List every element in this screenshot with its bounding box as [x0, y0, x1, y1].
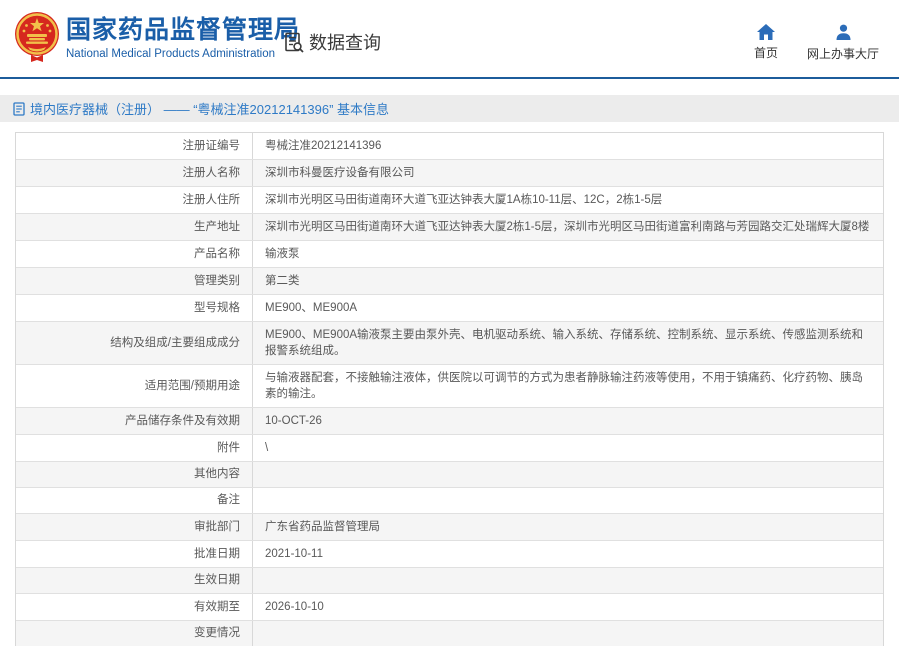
table-row: 生产地址 深圳市光明区马田街道南环大道飞亚达钟表大厦2栋1-5层，深圳市光明区马… [16, 213, 883, 240]
registration-info-table: 注册证编号 粤械注准20212141396 注册人名称 深圳市科曼医疗设备有限公… [15, 132, 884, 646]
data-query-label: 数据查询 [309, 33, 381, 53]
table-row: 型号规格 ME900、ME900A [16, 294, 883, 321]
table-row: 注册人名称 深圳市科曼医疗设备有限公司 [16, 159, 883, 186]
row-value: 2026-10-10 [265, 601, 324, 613]
nav-home[interactable]: 首页 [746, 24, 786, 62]
row-label: 注册人名称 [16, 160, 253, 186]
row-value: 10-OCT-26 [265, 415, 322, 427]
data-query-tab[interactable]: 数据查询 [284, 29, 381, 55]
table-row: 注册人住所 深圳市光明区马田街道南环大道飞亚达钟表大厦1A栋10-11层、12C… [16, 186, 883, 213]
page-title-bar: 境内医疗器械（注册） —— “粤械注准20212141396” 基本信息 [0, 95, 899, 122]
user-icon [836, 24, 850, 40]
row-label: 结构及组成/主要组成成分 [16, 322, 253, 364]
brand-block: 国家药品监督管理局 National Medical Products Admi… [66, 15, 300, 60]
row-label: 产品名称 [16, 241, 253, 267]
row-value: 深圳市科曼医疗设备有限公司 [265, 167, 415, 179]
document-search-icon [285, 32, 304, 53]
row-label: 生效日期 [16, 568, 253, 593]
table-row: 结构及组成/主要组成成分 ME900、ME900A输液泵主要由泵外壳、电机驱动系… [16, 321, 883, 364]
home-icon [757, 24, 775, 40]
national-emblem-logo [15, 12, 59, 62]
row-value: ME900、ME900A输液泵主要由泵外壳、电机驱动系统、输入系统、存储系统、控… [265, 329, 864, 357]
row-label: 附件 [16, 435, 253, 461]
site-title: 国家药品监督管理局 [66, 16, 301, 44]
row-label: 有效期至 [16, 594, 253, 620]
row-label: 管理类别 [16, 268, 253, 294]
row-label: 其他内容 [16, 462, 253, 487]
row-label: 型号规格 [16, 295, 253, 321]
table-row: 备注 [16, 487, 883, 513]
table-row: 适用范围/预期用途 与输液器配套，不接触输注液体，供医院以可调节的方式为患者静脉… [16, 364, 883, 407]
nav-online-hall[interactable]: 网上办事大厅 [800, 24, 886, 63]
table-row: 注册证编号 粤械注准20212141396 [16, 133, 883, 159]
row-label: 变更情况 [16, 621, 253, 646]
table-row: 其他内容 [16, 461, 883, 487]
row-label: 注册证编号 [16, 133, 253, 159]
nav-home-label: 首页 [753, 46, 778, 60]
row-value: 广东省药品监督管理局 [265, 521, 380, 533]
row-value [253, 470, 883, 480]
row-label: 生产地址 [16, 214, 253, 240]
row-value [253, 576, 883, 586]
row-value: ME900、ME900A [265, 302, 358, 314]
table-row: 变更情况 [16, 620, 883, 646]
row-label: 备注 [16, 488, 253, 513]
row-value [253, 629, 883, 639]
table-row: 产品储存条件及有效期 10-OCT-26 [16, 407, 883, 434]
row-value: 2021-10-11 [265, 548, 323, 560]
row-value: 输液泵 [265, 248, 300, 260]
table-row: 有效期至 2026-10-10 [16, 593, 883, 620]
site-subtitle: National Medical Products Administration [66, 48, 276, 60]
table-row: 产品名称 输液泵 [16, 240, 883, 267]
row-value: 深圳市光明区马田街道南环大道飞亚达钟表大厦1A栋10-11层、12C，2栋1-5… [265, 194, 663, 206]
table-row: 批准日期 2021-10-11 [16, 540, 883, 567]
table-row: 审批部门 广东省药品监督管理局 [16, 513, 883, 540]
table-row: 生效日期 [16, 567, 883, 593]
row-value [253, 496, 883, 506]
row-label: 注册人住所 [16, 187, 253, 213]
row-label: 产品储存条件及有效期 [16, 408, 253, 434]
page-title: 境内医疗器械（注册） —— “粤械注准20212141396” 基本信息 [30, 102, 390, 117]
row-value: 深圳市光明区马田街道南环大道飞亚达钟表大厦2栋1-5层，深圳市光明区马田街道富利… [265, 221, 870, 233]
page-icon [13, 101, 25, 116]
table-row: 管理类别 第二类 [16, 267, 883, 294]
row-value: \ [265, 442, 269, 454]
row-label: 批准日期 [16, 541, 253, 567]
row-value: 与输液器配套，不接触输注液体，供医院以可调节的方式为患者静脉输注药液等使用，不用… [265, 372, 863, 400]
row-label: 审批部门 [16, 514, 253, 540]
table-row: 附件 \ [16, 434, 883, 461]
site-header: 国家药品监督管理局 National Medical Products Admi… [0, 0, 899, 79]
row-label: 适用范围/预期用途 [16, 365, 253, 407]
nav-hall-label: 网上办事大厅 [806, 47, 879, 61]
row-value: 粤械注准20212141396 [265, 140, 382, 152]
row-value: 第二类 [265, 275, 300, 287]
